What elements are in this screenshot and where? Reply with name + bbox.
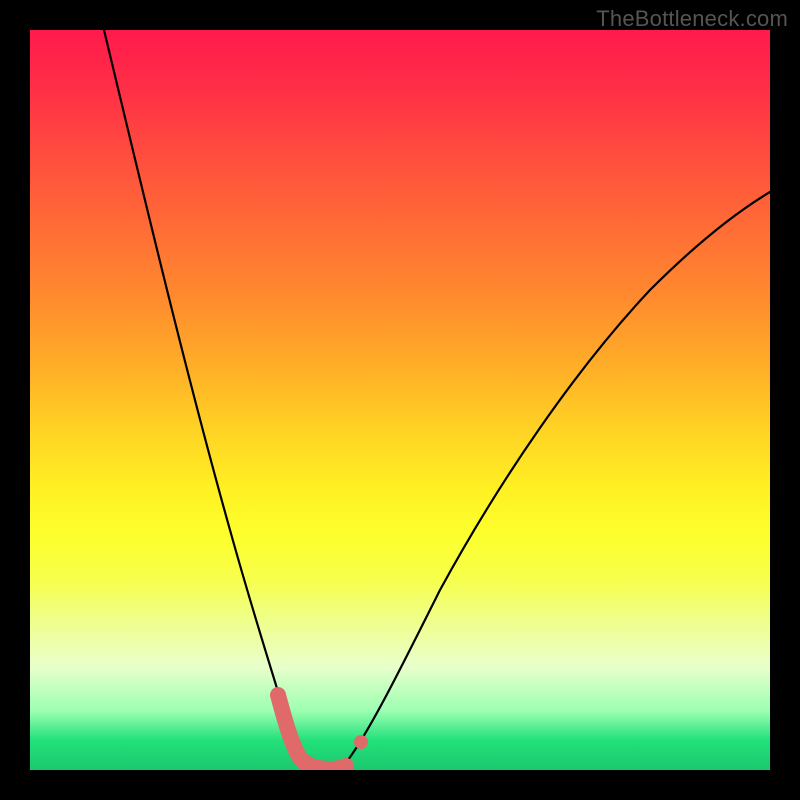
valley-dot xyxy=(354,735,368,749)
plot-area xyxy=(30,30,770,770)
watermark-text: TheBottleneck.com xyxy=(596,6,788,32)
valley-highlight xyxy=(278,695,346,769)
right-curve xyxy=(348,192,770,760)
curves-svg xyxy=(30,30,770,770)
left-curve xyxy=(104,30,306,765)
outer-frame: TheBottleneck.com xyxy=(0,0,800,800)
